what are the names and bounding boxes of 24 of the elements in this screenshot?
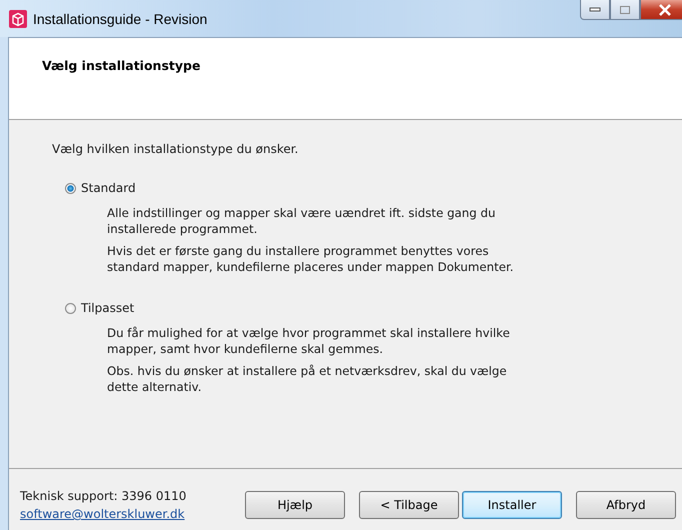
option-description: Hvis det er første gang du installere programmet benyttes vores standard mapper, kundefilerne placeres under mappen Dokumenter.	[107, 243, 514, 275]
minimize-icon	[589, 6, 601, 12]
window-title: Installationsguide - Revision	[33, 10, 208, 26]
email-link[interactable]: software@wolterskluwer.dk	[20, 505, 242, 523]
dialog-button[interactable]: Installer	[462, 491, 562, 519]
maximize-icon	[619, 4, 631, 14]
maximize-button[interactable]	[610, 0, 640, 20]
support-text: Teknisk support: 3396 0110	[20, 488, 188, 505]
dialog-button[interactable]: Afbryd	[576, 491, 676, 519]
close-button[interactable]	[640, 0, 682, 20]
minimize-button[interactable]	[580, 0, 610, 20]
option-description: Obs. hvis du ønsker at installere på et netværksdrev, skal du vælge dette alternativ.	[107, 363, 507, 395]
package-icon	[9, 10, 27, 28]
dialog-button[interactable]: Hjælp	[245, 491, 345, 519]
option-description: Alle indstillinger og mapper skal være uændret ift. sidste gang du installerede programmet.	[107, 205, 496, 237]
radio-button[interactable]	[65, 302, 76, 314]
page-title: Vælg installationstype	[42, 58, 200, 73]
radio-button[interactable]	[65, 182, 76, 194]
option-label[interactable]: Tilpasset	[81, 301, 134, 315]
dialog-button[interactable]: < Tilbage	[359, 491, 459, 519]
close-icon	[658, 4, 672, 16]
option-description: Du får mulighed for at vælge hvor programmet skal installere hvilke mapper, samt hvor kundefilerne skal gemmes.	[107, 325, 510, 357]
instruction-text: Vælg hvilken installationstype du ønsker.	[52, 142, 298, 156]
option-label[interactable]: Standard	[81, 181, 136, 195]
